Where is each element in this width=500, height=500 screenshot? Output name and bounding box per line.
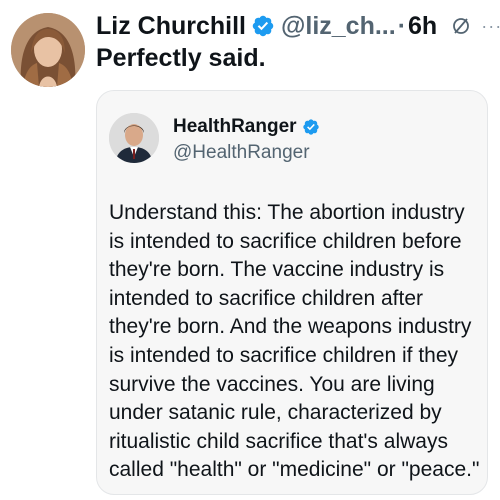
quoted-text-line: they're born. And the weapons industry (109, 315, 472, 339)
grok-icon[interactable] (451, 16, 471, 36)
tweet-text: Perfectly said. (96, 44, 266, 72)
quoted-text-line: Understand this: The abortion industry (109, 201, 465, 224)
quoted-tweet-text: Understand this: The abortion industry i… (109, 199, 481, 485)
quoted-text-line: intended to sacrifice children after (109, 286, 424, 310)
author-avatar[interactable] (11, 13, 85, 87)
quoted-author-avatar[interactable] (109, 113, 159, 163)
author-name[interactable]: Liz Churchill (96, 12, 246, 41)
quoted-author-name[interactable]: HealthRanger (173, 116, 297, 138)
quoted-text-line: called "health" or "medicine" or "peace.… (109, 458, 480, 482)
quoted-author-handle[interactable]: @HealthRanger (173, 142, 310, 164)
quoted-text-line: survive the vaccines. You are living (109, 372, 435, 396)
verified-badge-icon (252, 15, 274, 37)
timestamp[interactable]: 6h (408, 12, 437, 41)
tweet-header: Liz Churchill @liz_ch... · 6h ··· (96, 10, 500, 42)
tweet[interactable]: Liz Churchill @liz_ch... · 6h ··· Perfec… (0, 0, 500, 500)
quoted-verified-badge-icon (302, 119, 319, 135)
quoted-author-row: HealthRanger (173, 116, 320, 138)
separator-dot: · (397, 11, 407, 40)
quoted-text-line: is intended to sacrifice children before (109, 229, 462, 253)
author-handle[interactable]: @liz_ch... (281, 12, 396, 41)
author-avatar-image (11, 13, 85, 87)
quoted-author-avatar-image (109, 113, 159, 163)
quoted-text-line: is intended to sacrifice children if the… (109, 343, 459, 367)
quoted-tweet[interactable]: HealthRanger @HealthRanger Understand th… (96, 90, 488, 495)
quoted-text-line: they're born. The vaccine industry is (109, 258, 445, 282)
quoted-text-line: ritualistic child sacrifice that's alway… (109, 429, 448, 453)
quoted-text-line: under satanic rule, characterized by (109, 401, 442, 425)
more-icon[interactable]: ··· (481, 16, 500, 37)
